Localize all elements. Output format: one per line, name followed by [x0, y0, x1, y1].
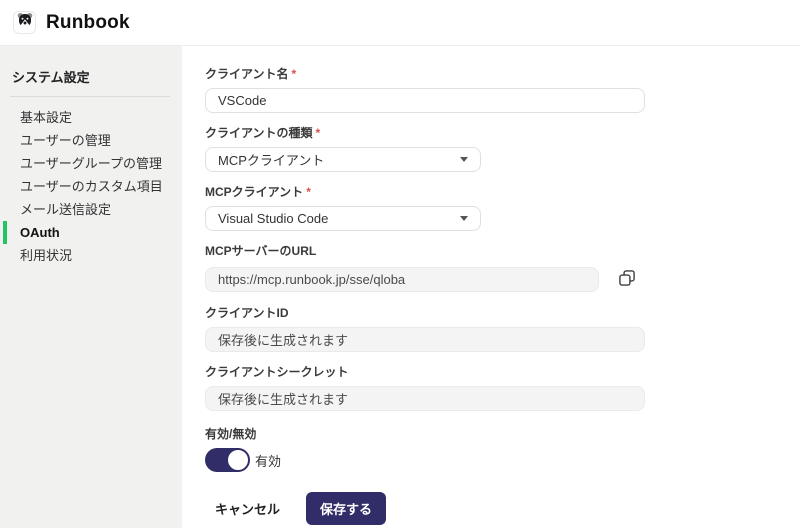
required-asterisk: *: [316, 126, 321, 140]
client-id-label: クライアントID: [205, 306, 776, 320]
sidebar-item-user-management[interactable]: ユーザーの管理: [0, 129, 182, 152]
sidebar: システム設定 基本設定 ユーザーの管理 ユーザーグループの管理 ユーザーのカスタ…: [0, 46, 182, 528]
app-header: Runbook: [0, 0, 800, 46]
required-asterisk: *: [306, 185, 311, 199]
client-name-input[interactable]: [205, 88, 645, 113]
mcp-client-selected-value: Visual Studio Code: [218, 211, 328, 226]
client-id-input: [205, 327, 645, 352]
client-type-selected-value: MCPクライアント: [218, 150, 324, 169]
sidebar-item-user-custom-fields[interactable]: ユーザーのカスタム項目: [0, 175, 182, 198]
copy-url-button[interactable]: [613, 265, 641, 293]
sidebar-item-usage[interactable]: 利用状況: [0, 244, 182, 267]
app-title: Runbook: [46, 12, 130, 34]
mcp-server-url-input: [205, 267, 599, 292]
enabled-state-label: 有効: [255, 451, 281, 470]
sidebar-heading: システム設定: [0, 46, 182, 96]
sidebar-item-basic-settings[interactable]: 基本設定: [0, 106, 182, 129]
client-type-label: クライアントの種類*: [205, 126, 776, 140]
save-button[interactable]: 保存する: [306, 492, 386, 525]
required-asterisk: *: [292, 67, 297, 81]
sidebar-item-user-group-management[interactable]: ユーザーグループの管理: [0, 152, 182, 175]
mcp-client-label: MCPクライアント*: [205, 185, 776, 199]
client-secret-label: クライアントシークレット: [205, 365, 776, 379]
sidebar-item-mail-settings[interactable]: メール送信設定: [0, 198, 182, 221]
mcp-client-select[interactable]: Visual Studio Code: [205, 206, 481, 231]
enabled-label: 有効/無効: [205, 427, 776, 441]
sidebar-item-oauth[interactable]: OAuth: [3, 221, 182, 244]
copy-icon: [617, 268, 637, 291]
enabled-toggle[interactable]: [205, 448, 249, 472]
chevron-down-icon: [460, 216, 468, 221]
mcp-server-url-label: MCPサーバーのURL: [205, 244, 776, 258]
client-secret-input: [205, 386, 645, 411]
chevron-down-icon: [460, 157, 468, 162]
sidebar-divider: [10, 96, 170, 97]
client-type-select[interactable]: MCPクライアント: [205, 147, 481, 172]
client-name-label: クライアント名*: [205, 67, 776, 81]
app-logo[interactable]: [13, 11, 36, 34]
toggle-knob: [226, 448, 250, 472]
cancel-button[interactable]: キャンセル: [205, 493, 292, 524]
oauth-client-form: クライアント名* クライアントの種類* MCPクライアント MCPクライアント*…: [182, 46, 800, 528]
dog-mascot-icon: [17, 12, 33, 33]
